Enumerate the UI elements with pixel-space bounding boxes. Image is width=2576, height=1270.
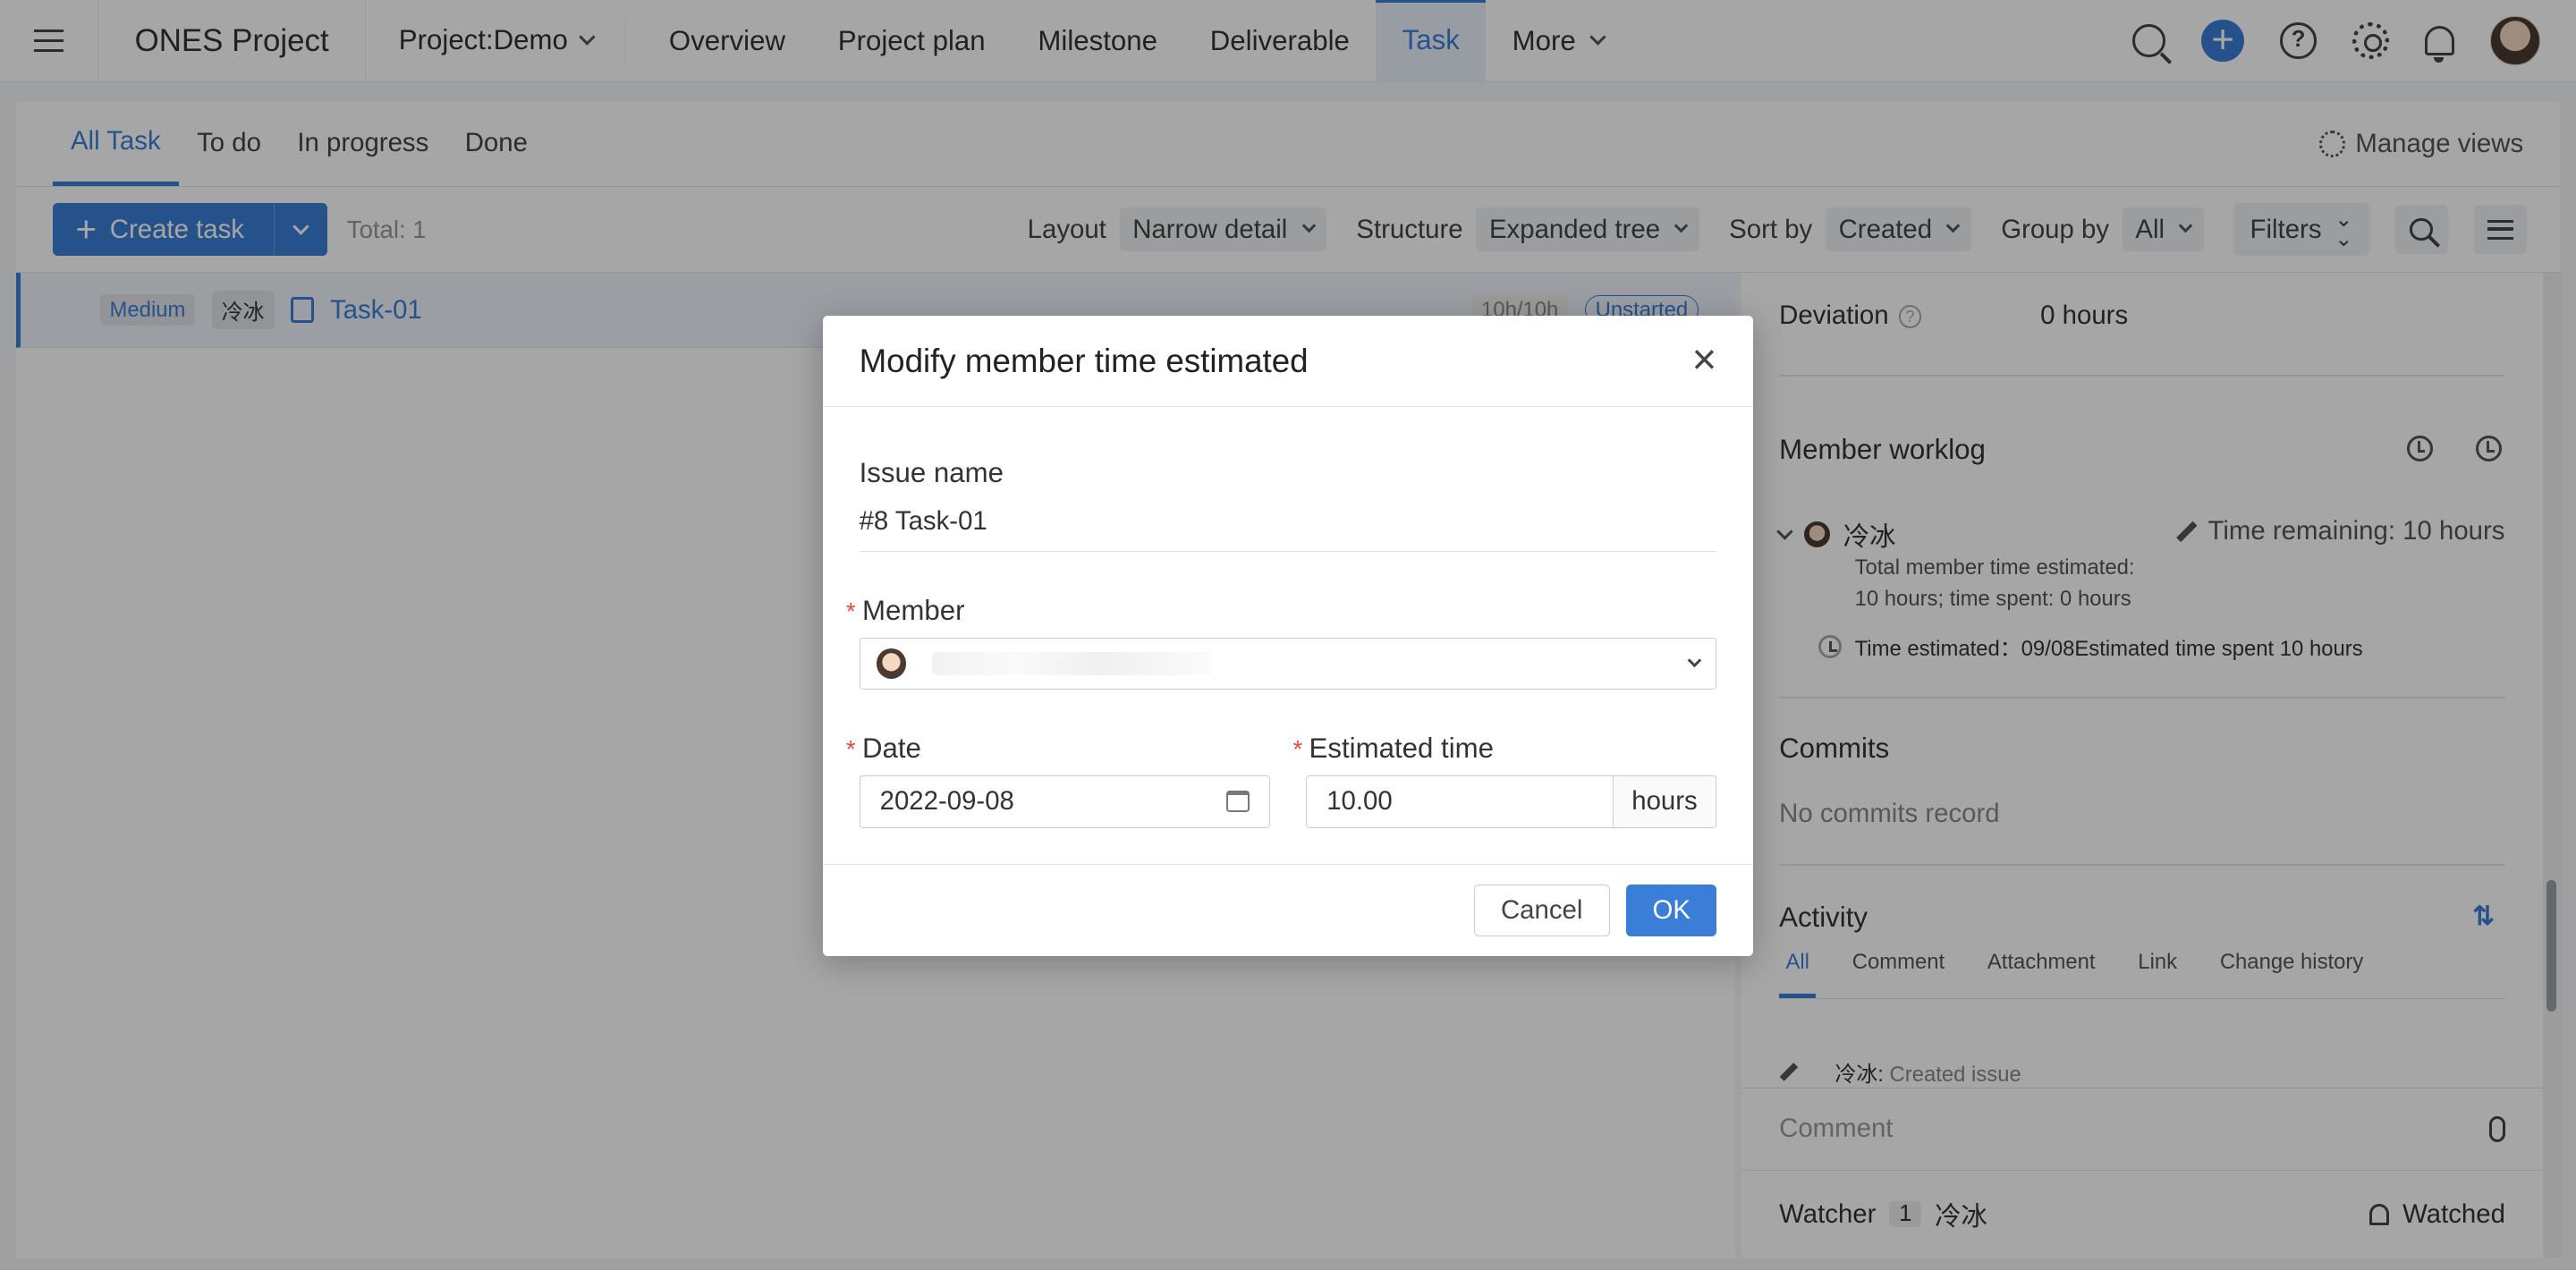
estimated-time-unit: hours	[1613, 775, 1717, 828]
required-icon: *	[845, 735, 856, 764]
member-label: Member	[861, 594, 965, 626]
member-select[interactable]	[859, 637, 1717, 690]
avatar	[876, 648, 906, 679]
dialog-header: Modify member time estimated ×	[823, 316, 1753, 408]
cancel-button[interactable]: Cancel	[1473, 884, 1610, 937]
date-value: 2022-09-08	[879, 786, 1014, 817]
date-label: Date	[861, 732, 921, 765]
issue-name-value: #8 Task-01	[859, 506, 1717, 553]
date-label-row: * Date	[846, 732, 921, 765]
date-field[interactable]: 2022-09-08	[859, 775, 1270, 828]
page: ONES Project Project:Demo Overview Proje…	[0, 0, 2576, 1270]
required-icon: *	[1292, 735, 1303, 764]
modify-time-dialog: Modify member time estimated × Issue nam…	[823, 315, 1753, 956]
member-name-redacted	[932, 652, 1212, 675]
required-icon: *	[845, 597, 856, 625]
calendar-icon[interactable]	[1226, 791, 1250, 813]
chevron-down-icon	[1687, 653, 1702, 668]
member-label-row: * Member	[846, 594, 965, 627]
estimated-time-field: 10.00 hours	[1306, 775, 1717, 828]
ok-button[interactable]: OK	[1626, 884, 1717, 937]
close-icon[interactable]: ×	[1691, 339, 1716, 382]
estimated-time-input[interactable]: 10.00	[1306, 775, 1614, 828]
dialog-title: Modify member time estimated	[859, 342, 1309, 379]
issue-name-label: Issue name	[859, 456, 1004, 488]
estimated-time-label: Estimated time	[1309, 732, 1495, 765]
estimated-label-row: * Estimated time	[1292, 732, 1495, 765]
dialog-footer: Cancel OK	[823, 864, 1753, 956]
